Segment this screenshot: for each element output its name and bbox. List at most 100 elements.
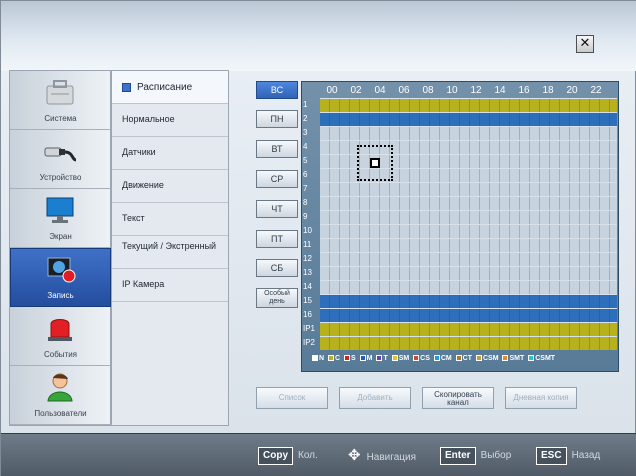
list-button[interactable]: Список	[256, 387, 328, 409]
nav-item-device[interactable]: Устройство	[10, 130, 111, 189]
nav-item-record[interactable]: Запись	[10, 248, 111, 307]
legend-item-ct: CT	[455, 355, 472, 362]
monitor-icon	[46, 197, 74, 223]
enter-hint: Enter Выбор	[440, 446, 511, 466]
submenu-item-normal[interactable]: Нормальное	[112, 104, 228, 137]
escape-hint-text: Назад	[571, 450, 601, 461]
schedule-row-channel-14[interactable]	[320, 280, 617, 294]
schedule-row-channel-12[interactable]	[320, 252, 617, 266]
schedule-tab[interactable]: Расписание	[112, 71, 228, 104]
row-label: 6	[303, 170, 308, 179]
legend-item-n: N	[312, 355, 324, 362]
schedule-row-ip1[interactable]	[320, 322, 617, 336]
submenu-item-sensors[interactable]: Датчики	[112, 137, 228, 170]
user-icon	[47, 373, 73, 402]
toolbox-icon	[46, 80, 74, 105]
row-label: 15	[303, 296, 312, 305]
schedule-row-channel-9[interactable]	[320, 210, 617, 224]
day-button-friday[interactable]: ПТ	[256, 230, 298, 248]
schedule-grid[interactable]	[320, 98, 617, 350]
day-button-monday[interactable]: ПН	[256, 110, 298, 128]
legend-swatch	[502, 355, 509, 361]
hour-label: 14	[494, 85, 506, 96]
row-label: 3	[303, 128, 308, 137]
nav-label: Пользователи	[34, 409, 87, 418]
row-label: 12	[303, 254, 312, 263]
legend-swatch	[344, 355, 351, 361]
navigation-arrows-icon: ✥	[348, 447, 361, 464]
legend-item-s: S	[344, 355, 356, 362]
add-button[interactable]: Добавить	[339, 387, 411, 409]
legend-item-cs: CS	[413, 355, 430, 362]
nav-item-system[interactable]: Система	[10, 71, 111, 130]
daily-copy-button[interactable]: Дневная копия	[505, 387, 577, 409]
hour-label: 02	[350, 85, 362, 96]
enter-hint-text: Выбор	[480, 450, 512, 461]
row-label: 7	[303, 184, 308, 193]
copy-key: Copy	[258, 447, 293, 465]
schedule-row-channel-7[interactable]	[320, 182, 617, 196]
hour-label: 06	[398, 85, 410, 96]
day-button-thursday[interactable]: ЧТ	[256, 200, 298, 218]
schedule-row-channel-10[interactable]	[320, 224, 617, 238]
close-button[interactable]: ✕	[576, 35, 594, 53]
day-button-tuesday[interactable]: ВТ	[256, 140, 298, 158]
row-label: 16	[303, 310, 312, 319]
row-label: 1	[303, 100, 308, 109]
hour-label: 20	[566, 85, 578, 96]
row-label: IP2	[303, 338, 316, 347]
hour-label: 16	[518, 85, 530, 96]
schedule-row-ip2[interactable]	[320, 336, 617, 350]
copy-hint-text: Кол.	[298, 450, 318, 461]
schedule-row-channel-16[interactable]	[320, 308, 617, 322]
schedule-row-channel-15[interactable]	[320, 294, 617, 308]
submenu-item-current-emergency[interactable]: Текущий / Экстренный	[112, 236, 228, 269]
hour-label: 12	[470, 85, 482, 96]
nav-label: Запись	[47, 291, 74, 300]
day-button-saturday[interactable]: СБ	[256, 259, 298, 277]
recording-mode-legend: N C S M T SM CS CM CT CSM SMT CSMT	[312, 355, 612, 367]
nav-label: Устройство	[39, 173, 82, 182]
hour-label: 10	[446, 85, 458, 96]
schedule-row-channel-3[interactable]	[320, 126, 617, 140]
day-button-sunday[interactable]: ВС	[256, 81, 298, 99]
legend-swatch	[528, 355, 535, 361]
schedule-row-channel-1[interactable]	[320, 98, 617, 112]
row-label: 5	[303, 156, 308, 165]
schedule-row-channel-8[interactable]	[320, 196, 617, 210]
legend-swatch	[433, 355, 440, 361]
row-label: 4	[303, 142, 308, 151]
hour-label: 08	[422, 85, 434, 96]
submenu-item-text[interactable]: Текст	[112, 203, 228, 236]
nav-item-users[interactable]: Пользователи	[10, 366, 111, 425]
nav-item-events[interactable]: События	[10, 307, 111, 366]
copy-channel-button[interactable]: Скопировать канал	[422, 387, 494, 409]
legend-swatch	[376, 355, 383, 361]
hour-header: 00 02 04 06 08 10 12 14 16 18 20 22	[322, 85, 616, 99]
submenu-item-motion[interactable]: Движение	[112, 170, 228, 203]
legend-swatch	[413, 355, 420, 361]
escape-hint: ESC Назад	[536, 446, 600, 466]
connector-icon	[44, 147, 77, 162]
nav-label: Система	[44, 114, 77, 123]
schedule-row-channel-13[interactable]	[320, 266, 617, 280]
legend-swatch	[359, 355, 366, 361]
day-button-wednesday[interactable]: СР	[256, 170, 298, 188]
legend-item-cm: CM	[433, 355, 452, 362]
legend-item-m: M	[359, 355, 373, 362]
selected-cell-marker	[370, 158, 380, 168]
nav-item-display[interactable]: Экран	[10, 189, 111, 248]
alarm-icon	[48, 319, 72, 341]
legend-swatch	[391, 355, 398, 361]
grid-cursor[interactable]	[357, 145, 393, 181]
day-button-special-day[interactable]: Особый день	[256, 288, 298, 308]
legend-item-csmt: CSMT	[528, 355, 555, 362]
row-label: IP1	[303, 324, 316, 333]
schedule-row-channel-2[interactable]	[320, 112, 617, 126]
hour-label: 18	[542, 85, 554, 96]
legend-swatch	[312, 355, 318, 361]
submenu-item-ip-camera[interactable]: IP Камера	[112, 269, 228, 302]
row-label: 9	[303, 212, 308, 221]
schedule-row-channel-11[interactable]	[320, 238, 617, 252]
legend-swatch	[475, 355, 482, 361]
